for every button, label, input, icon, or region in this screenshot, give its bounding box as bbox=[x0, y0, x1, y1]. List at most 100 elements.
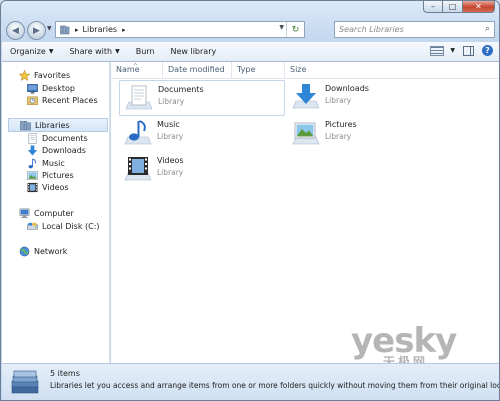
preview-pane-icon[interactable] bbox=[463, 45, 474, 56]
breadcrumb-libraries[interactable]: Libraries bbox=[83, 25, 118, 34]
nav-local-disk-label: Local Disk (C:) bbox=[42, 221, 100, 231]
close-button[interactable]: ✕ bbox=[463, 1, 495, 13]
minimize-button[interactable]: – bbox=[423, 1, 443, 13]
search-input[interactable]: Search Libraries ⌕ bbox=[334, 21, 495, 38]
nav-videos-label: Videos bbox=[42, 182, 69, 192]
nav-pictures[interactable]: Pictures bbox=[27, 169, 74, 181]
view-controls: ▼ ? bbox=[430, 45, 493, 56]
music-note-icon bbox=[28, 157, 36, 168]
library-type: Library bbox=[158, 97, 185, 106]
back-button[interactable]: ◀ bbox=[6, 21, 25, 40]
nav-computer-label: Computer bbox=[34, 208, 74, 218]
navigation-buttons: ◀ ▶ bbox=[6, 21, 48, 40]
library-name: Music bbox=[157, 120, 180, 129]
nav-downloads[interactable]: Downloads bbox=[27, 144, 86, 156]
breadcrumb-separator[interactable]: ▸ bbox=[75, 26, 79, 34]
new-library-label: New library bbox=[170, 47, 217, 56]
library-name: Documents bbox=[158, 85, 204, 94]
column-type[interactable]: Type bbox=[232, 62, 285, 78]
item-count: 5 items bbox=[50, 369, 80, 378]
nav-local-disk[interactable]: Local Disk (C:) bbox=[27, 220, 100, 232]
help-icon[interactable]: ? bbox=[482, 45, 493, 56]
organize-label: Organize bbox=[10, 47, 46, 56]
nav-libraries[interactable]: Libraries bbox=[8, 118, 108, 132]
library-name: Pictures bbox=[325, 120, 357, 129]
caption-buttons: – □ ✕ bbox=[423, 1, 495, 13]
desktop-icon bbox=[27, 83, 38, 94]
library-item-pictures[interactable]: Pictures Library bbox=[287, 116, 453, 152]
hard-disk-icon bbox=[27, 222, 38, 230]
nav-recent-places[interactable]: Recent Places bbox=[27, 94, 98, 106]
column-size[interactable]: Size bbox=[285, 62, 345, 78]
refresh-icon[interactable]: ↻ bbox=[286, 22, 304, 37]
search-placeholder: Search Libraries bbox=[339, 25, 404, 34]
view-dropdown-icon[interactable]: ▼ bbox=[450, 47, 455, 54]
chevron-down-icon: ▼ bbox=[48, 48, 54, 55]
nav-desktop-label: Desktop bbox=[42, 83, 75, 93]
nav-videos[interactable]: Videos bbox=[27, 181, 69, 193]
address-bar[interactable]: ▸ Libraries ▸ ▼ ↻ bbox=[55, 21, 305, 38]
library-name: Downloads bbox=[325, 84, 369, 93]
nav-music[interactable]: Music bbox=[27, 157, 65, 169]
library-item-documents[interactable]: Documents Library bbox=[119, 80, 285, 116]
sort-ascending-icon: ^ bbox=[133, 63, 139, 70]
share-with-label: Share with bbox=[69, 47, 113, 56]
chevron-down-icon: ▼ bbox=[115, 48, 120, 55]
change-view-icon[interactable] bbox=[430, 45, 445, 56]
forward-button[interactable]: ▶ bbox=[27, 21, 46, 40]
column-size-label: Size bbox=[290, 65, 307, 74]
column-name[interactable]: Name ^ bbox=[111, 62, 163, 78]
music-library-icon bbox=[124, 120, 152, 145]
recent-places-icon bbox=[27, 96, 38, 105]
address-dropdown-arrow[interactable]: ▼ bbox=[279, 24, 284, 31]
library-type: Library bbox=[157, 132, 184, 141]
details-pane: 5 items Libraries let you access and arr… bbox=[2, 363, 499, 400]
nav-pictures-label: Pictures bbox=[42, 170, 74, 180]
navigation-pane: Favorites Desktop Recent Places Librarie… bbox=[2, 62, 110, 363]
pictures-icon bbox=[27, 170, 38, 180]
library-name: Videos bbox=[157, 156, 184, 165]
new-library-button[interactable]: New library bbox=[162, 47, 224, 56]
search-icon[interactable]: ⌕ bbox=[485, 24, 490, 34]
nav-favorites[interactable]: Favorites bbox=[19, 69, 70, 81]
library-item-downloads[interactable]: Downloads Library bbox=[287, 80, 453, 116]
nav-computer[interactable]: Computer bbox=[19, 207, 74, 219]
nav-recent-places-label: Recent Places bbox=[42, 95, 98, 105]
command-bar: Organize ▼ Share with ▼ Burn New library ▼… bbox=[2, 42, 499, 62]
burn-button[interactable]: Burn bbox=[128, 47, 163, 56]
film-icon bbox=[27, 182, 38, 192]
library-type: Library bbox=[325, 132, 352, 141]
nav-music-label: Music bbox=[42, 158, 65, 168]
documents-library-icon bbox=[125, 85, 153, 110]
library-item-videos[interactable]: Videos Library bbox=[119, 152, 285, 188]
documents-icon bbox=[28, 132, 37, 144]
computer-icon bbox=[19, 208, 30, 218]
nav-network[interactable]: Network bbox=[19, 245, 67, 257]
pictures-library-icon bbox=[292, 122, 320, 145]
star-icon bbox=[19, 69, 30, 81]
content-area: Name ^ Date modified Type Size Documents … bbox=[111, 62, 499, 363]
videos-library-icon bbox=[124, 157, 152, 181]
download-arrow-icon bbox=[27, 144, 38, 156]
nav-documents-label: Documents bbox=[42, 133, 88, 143]
share-with-button[interactable]: Share with ▼ bbox=[61, 47, 127, 56]
library-item-music[interactable]: Music Library bbox=[119, 116, 285, 152]
recent-pages-dropdown[interactable]: ▼ bbox=[47, 25, 52, 32]
maximize-button[interactable]: □ bbox=[443, 1, 463, 13]
nav-desktop[interactable]: Desktop bbox=[27, 82, 75, 94]
library-type: Library bbox=[325, 96, 352, 105]
burn-label: Burn bbox=[135, 47, 155, 56]
breadcrumb-separator[interactable]: ▸ bbox=[122, 26, 126, 34]
libraries-icon bbox=[20, 120, 31, 130]
explorer-window: – □ ✕ ◀ ▶ ▼ ▸ Libraries ▸ ▼ ↻ Search Lib… bbox=[0, 0, 500, 401]
library-type: Library bbox=[157, 168, 184, 177]
nav-libraries-label: Libraries bbox=[35, 120, 70, 130]
organize-button[interactable]: Organize ▼ bbox=[2, 47, 61, 56]
downloads-library-icon bbox=[292, 84, 320, 109]
libraries-icon bbox=[60, 25, 70, 34]
column-date-modified[interactable]: Date modified bbox=[163, 62, 232, 78]
column-date-label: Date modified bbox=[168, 65, 225, 74]
nav-downloads-label: Downloads bbox=[42, 145, 86, 155]
nav-documents[interactable]: Documents bbox=[27, 132, 88, 144]
column-header: Name ^ Date modified Type Size bbox=[111, 62, 499, 79]
